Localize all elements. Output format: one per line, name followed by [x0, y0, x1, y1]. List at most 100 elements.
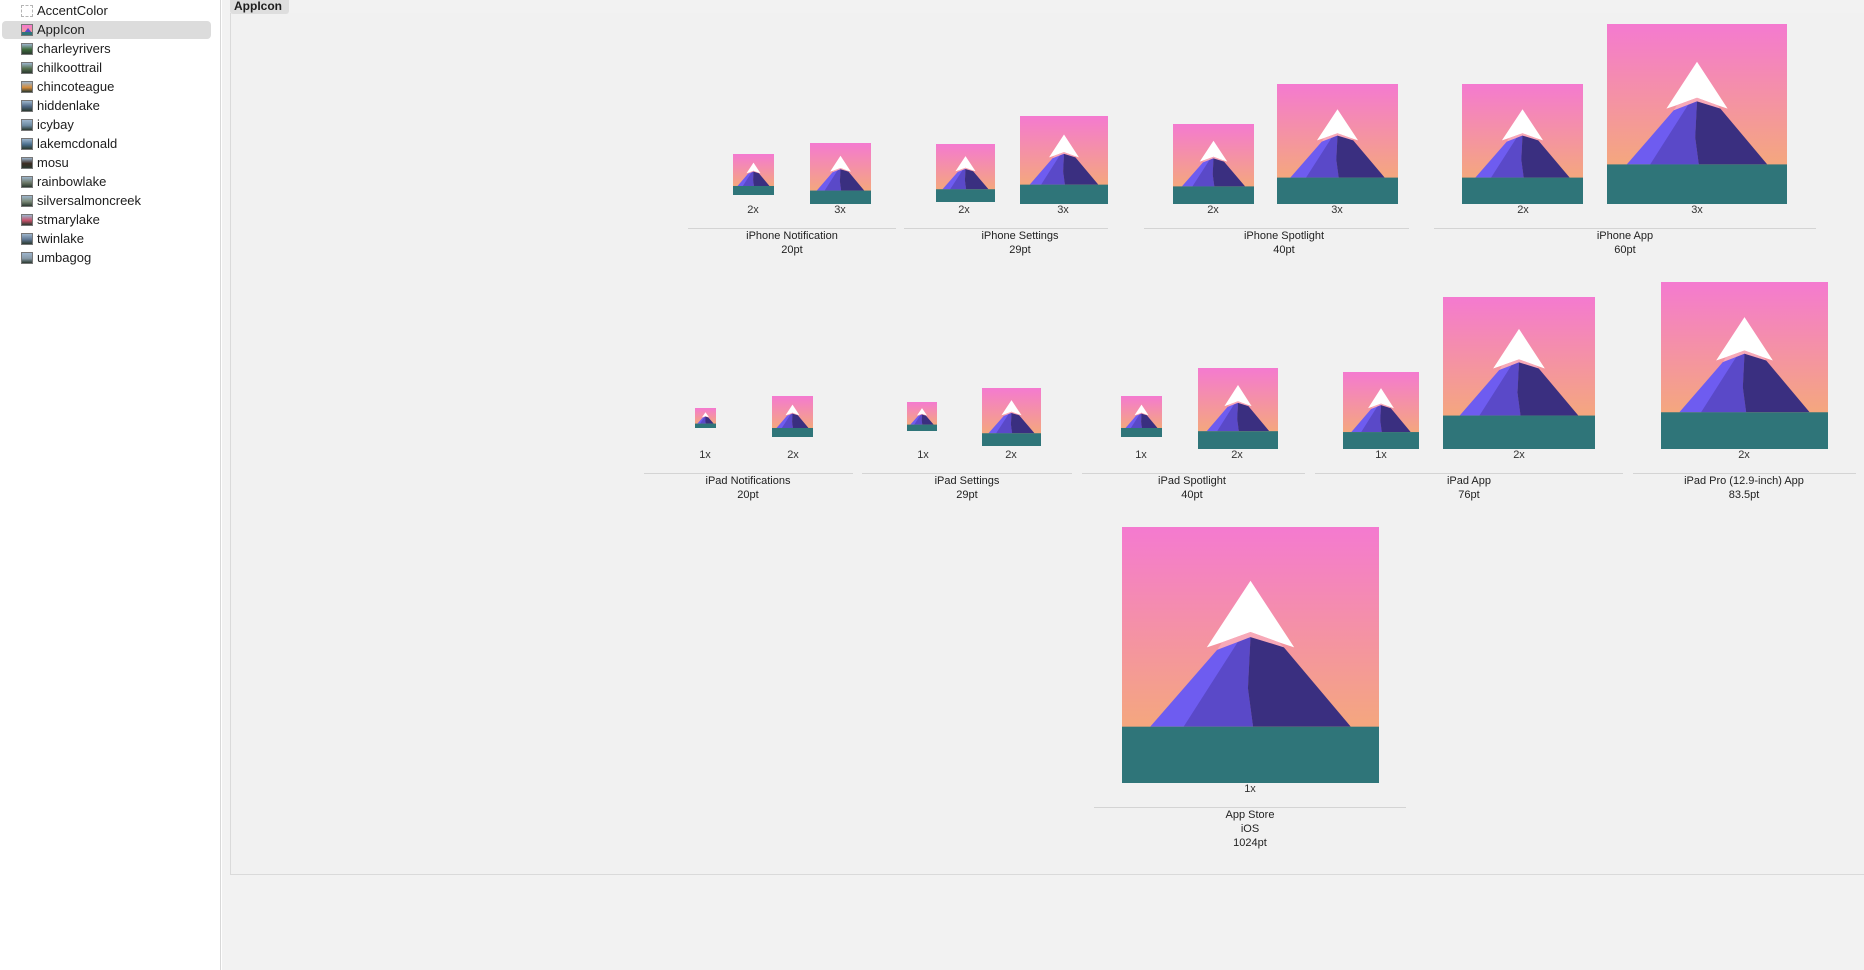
icon-group-size: 20pt — [737, 489, 759, 501]
group-divider — [1082, 473, 1305, 474]
group-divider — [1094, 807, 1406, 808]
app-icon-well-app-store-1x[interactable] — [1122, 527, 1379, 783]
app-icon-well-iphone-spotlight-3x[interactable] — [1277, 84, 1398, 204]
scale-label: 3x — [1691, 204, 1703, 216]
sidebar-item-mosu[interactable]: mosu — [2, 154, 211, 172]
icon-group-name: iPad App — [1446, 475, 1492, 487]
sidebar-item-rainbowlake[interactable]: rainbowlake — [2, 173, 211, 191]
sidebar-item-twinlake[interactable]: twinlake — [2, 230, 211, 248]
app-icon-well-iphone-spotlight-2x[interactable] — [1173, 124, 1254, 204]
sidebar-item-umbagog[interactable]: umbagog — [2, 249, 211, 267]
scale-label: 1x — [917, 449, 929, 461]
sidebar-item-label: rainbowlake — [37, 174, 107, 189]
color-set-icon — [21, 5, 33, 17]
icon-group-size: 40pt — [1181, 489, 1203, 501]
image-thumbnail-icon — [21, 119, 33, 131]
icon-group-size: 83.5pt — [1728, 489, 1760, 501]
group-divider — [688, 228, 896, 229]
icon-group-name: iPad Spotlight — [1158, 475, 1226, 487]
icon-group-name: iPhone Spotlight — [1243, 230, 1325, 242]
app-icon-well-ipad-pro-12-9-inch-app-2x[interactable] — [1661, 282, 1828, 449]
icon-group-platform: iOS — [1240, 823, 1260, 835]
group-divider — [904, 228, 1108, 229]
sidebar-item-lakemcdonald[interactable]: lakemcdonald — [2, 135, 211, 153]
image-thumbnail-icon — [21, 233, 33, 245]
image-thumbnail-icon — [21, 100, 33, 112]
icon-group-name: iPhone Notification — [746, 230, 838, 242]
scale-label: 2x — [1517, 204, 1529, 216]
scale-label: 1x — [699, 449, 711, 461]
group-divider — [1144, 228, 1409, 229]
icon-group-size: 1024pt — [1233, 837, 1267, 849]
sidebar-item-icybay[interactable]: icybay — [2, 116, 211, 134]
sidebar-item-chincoteague[interactable]: chincoteague — [2, 78, 211, 96]
sidebar-item-label: silversalmoncreek — [37, 193, 142, 208]
icon-group-size: 76pt — [1458, 489, 1480, 501]
icon-group-name: iPad Settings — [934, 475, 1000, 487]
scale-label: 1x — [1135, 449, 1147, 461]
app-icon-well-iphone-settings-3x[interactable] — [1020, 116, 1108, 204]
image-thumbnail-icon — [21, 195, 33, 207]
sidebar-item-label: chilkoottrail — [37, 60, 103, 75]
icon-group-size: 40pt — [1273, 244, 1295, 256]
group-divider — [644, 473, 853, 474]
icon-group-size: 29pt — [1009, 244, 1031, 256]
scale-label: 2x — [1231, 449, 1243, 461]
sidebar-item-label: charleyrivers — [37, 41, 111, 56]
app-icon-well-iphone-notification-2x[interactable] — [733, 154, 774, 195]
scale-label: 2x — [1738, 449, 1750, 461]
image-thumbnail-icon — [21, 24, 33, 36]
sidebar-item-label: AccentColor — [37, 3, 108, 18]
scale-label: 1x — [1244, 783, 1256, 795]
sidebar-item-hiddenlake[interactable]: hiddenlake — [2, 97, 211, 115]
asset-catalog-window: AccentColor AppIcon charleyrivers chilkoott… — [0, 0, 1864, 970]
app-icon-well-ipad-notifications-1x[interactable] — [695, 408, 716, 428]
scale-label: 2x — [1005, 449, 1017, 461]
sidebar-item-label: twinlake — [37, 231, 84, 246]
image-thumbnail-icon — [21, 138, 33, 150]
group-divider — [1434, 228, 1816, 229]
app-icon-well-ipad-settings-2x[interactable] — [982, 388, 1041, 446]
icon-group-name: iPad Pro (12.9-inch) App — [1684, 475, 1804, 487]
sidebar-item-accentcolor[interactable]: AccentColor — [2, 2, 211, 20]
image-thumbnail-icon — [21, 214, 33, 226]
sidebar-item-chilkoottrail[interactable]: chilkoottrail — [2, 59, 211, 77]
app-icon-well-iphone-settings-2x[interactable] — [936, 144, 995, 202]
app-icon-well-ipad-spotlight-2x[interactable] — [1198, 368, 1278, 449]
group-divider — [862, 473, 1072, 474]
app-icon-well-ipad-app-2x[interactable] — [1443, 297, 1595, 449]
sidebar-item-charleyrivers[interactable]: charleyrivers — [2, 40, 211, 58]
scale-label: 3x — [1057, 204, 1069, 216]
app-icon-well-iphone-app-2x[interactable] — [1462, 84, 1583, 204]
icon-group-name: iPhone Settings — [981, 230, 1059, 242]
icon-group-name: iPad Notifications — [705, 475, 791, 487]
image-thumbnail-icon — [21, 157, 33, 169]
scale-label: 2x — [1513, 449, 1525, 461]
app-icon-well-iphone-notification-3x[interactable] — [810, 143, 871, 204]
image-thumbnail-icon — [21, 81, 33, 93]
app-icon-well-ipad-app-1x[interactable] — [1343, 372, 1419, 449]
sidebar-item-label: lakemcdonald — [37, 136, 118, 151]
app-icon-well-ipad-notifications-2x[interactable] — [772, 396, 813, 437]
sidebar-item-label: stmarylake — [37, 212, 100, 227]
icon-group-name: App Store — [1225, 809, 1275, 821]
asset-sidebar: AccentColor AppIcon charleyrivers chilkoott… — [0, 0, 221, 970]
scale-label: 2x — [1207, 204, 1219, 216]
group-divider — [1633, 473, 1856, 474]
sidebar-item-label: chincoteague — [37, 79, 115, 94]
sidebar-item-label: hiddenlake — [37, 98, 100, 113]
icon-group-name: iPhone App — [1596, 230, 1654, 242]
image-thumbnail-icon — [21, 43, 33, 55]
icon-group-size: 20pt — [781, 244, 803, 256]
app-icon-well-ipad-settings-1x[interactable] — [907, 402, 937, 431]
sidebar-item-appicon[interactable]: AppIcon — [2, 21, 211, 39]
group-divider — [1315, 473, 1623, 474]
sidebar-item-label: icybay — [37, 117, 74, 132]
image-thumbnail-icon — [21, 252, 33, 264]
sidebar-item-stmarylake[interactable]: stmarylake — [2, 211, 211, 229]
scale-label: 3x — [1331, 204, 1343, 216]
icon-group-size: 29pt — [956, 489, 978, 501]
sidebar-item-silversalmoncreek[interactable]: silversalmoncreek — [2, 192, 211, 210]
app-icon-well-iphone-app-3x[interactable] — [1607, 24, 1787, 204]
app-icon-well-ipad-spotlight-1x[interactable] — [1121, 396, 1162, 437]
